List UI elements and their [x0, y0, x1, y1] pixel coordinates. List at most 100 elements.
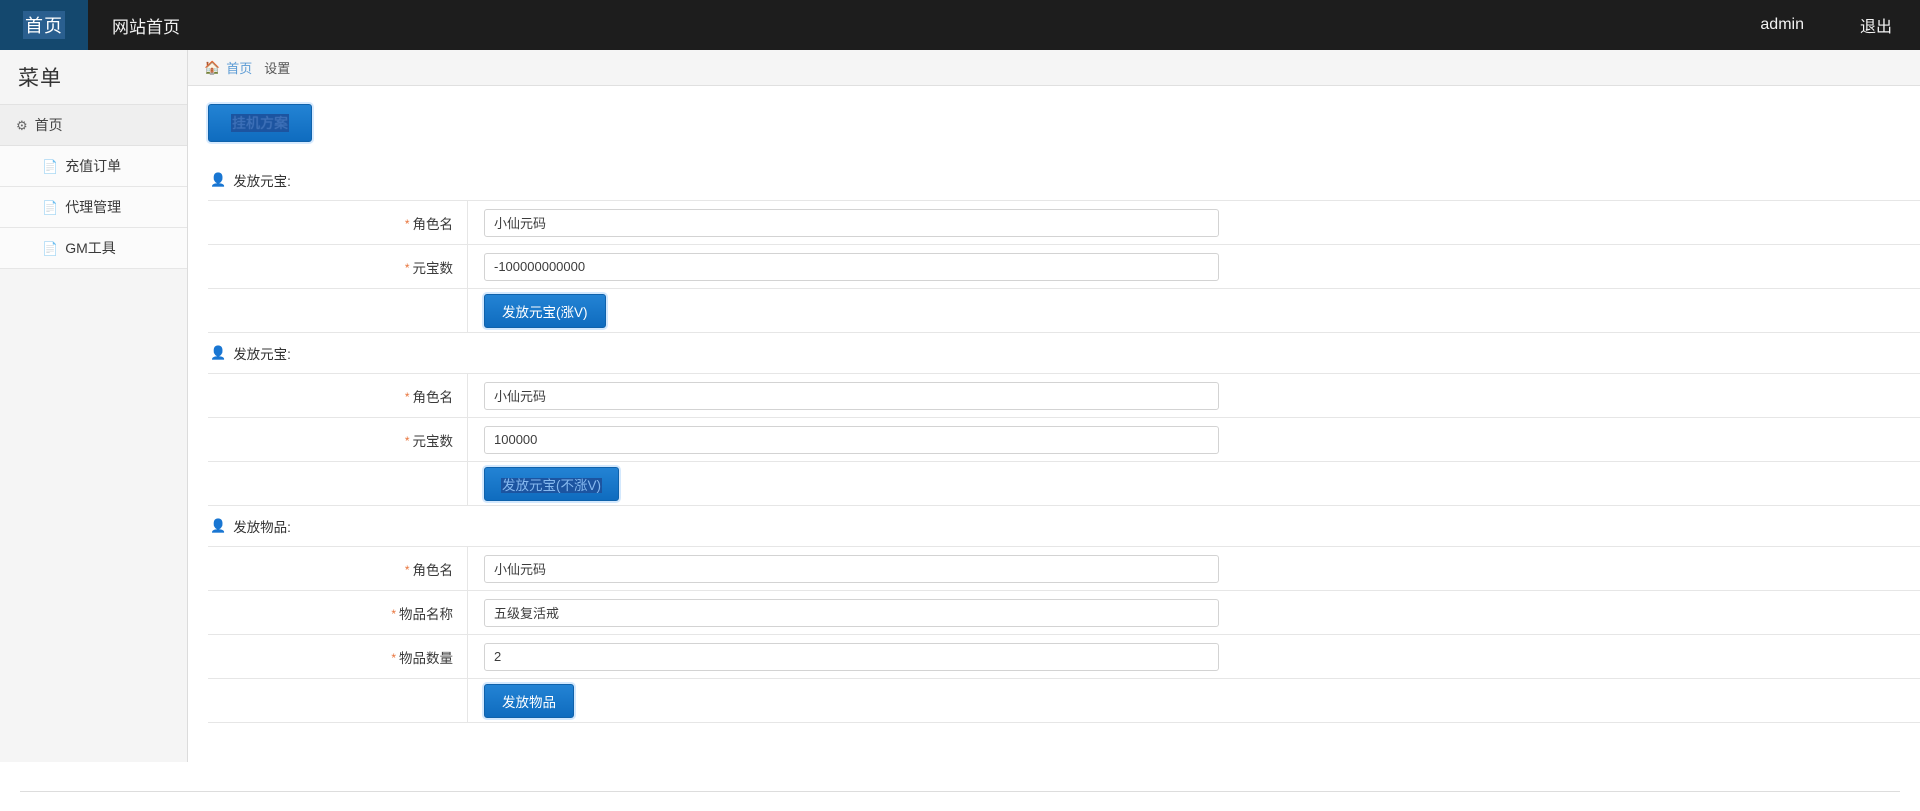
- section-title-label: 发放物品:: [233, 516, 291, 536]
- sidebar-item-agent-management[interactable]: 📄 代理管理: [0, 187, 187, 228]
- field-input-cell: [468, 374, 1920, 418]
- field-label-cell: *元宝数: [208, 418, 468, 462]
- required-marker: *: [391, 607, 396, 621]
- field-label: 角色名: [413, 390, 454, 405]
- field-label-cell-empty: [208, 462, 468, 506]
- file-icon: 📄: [42, 242, 58, 255]
- grant-item-button-label: 发放物品: [501, 695, 557, 710]
- required-marker: *: [405, 390, 410, 404]
- form-row: *物品名称: [208, 591, 1920, 635]
- primary-action-button-label: 挂机方案: [231, 114, 289, 132]
- primary-action-button[interactable]: 挂机方案: [208, 104, 312, 142]
- field-label-cell-empty: [208, 289, 468, 333]
- section-grant-yuanbao-v: 👤 发放元宝: *角色名 *元宝数: [208, 162, 1920, 333]
- field-submit-cell: 发放物品: [468, 679, 1920, 723]
- field-label-cell: *角色名: [208, 201, 468, 245]
- section-title: 👤 发放物品:: [208, 508, 1920, 546]
- form-row: *物品数量: [208, 635, 1920, 679]
- navbar-logout-label: 退出: [1860, 13, 1892, 37]
- sidebar-item-label: 代理管理: [65, 197, 121, 217]
- navbar-user-label: admin: [1760, 16, 1804, 34]
- field-label: 角色名: [413, 217, 454, 232]
- section-grant-yuanbao-nov: 👤 发放元宝: *角色名 *元宝数: [208, 335, 1920, 506]
- home-icon: 🏠: [204, 60, 220, 76]
- grant-yuanbao-v-button-label: 发放元宝(涨V): [501, 305, 589, 320]
- top-navbar: 首页 网站首页 admin 退出: [0, 0, 1920, 50]
- navbar-brand[interactable]: 首页: [0, 0, 88, 50]
- file-icon: 📄: [42, 201, 58, 214]
- field-input-cell: [468, 201, 1920, 245]
- form-row: *元宝数: [208, 418, 1920, 462]
- grant-yuanbao-nov-button[interactable]: 发放元宝(不涨V): [484, 467, 619, 501]
- field-input-cell: [468, 418, 1920, 462]
- field-label-cell: *物品名称: [208, 591, 468, 635]
- required-marker: *: [405, 563, 410, 577]
- form-row: *元宝数: [208, 245, 1920, 289]
- sidebar-item-gm-tools[interactable]: 📄 GM工具: [0, 228, 187, 269]
- grant-item-button[interactable]: 发放物品: [484, 684, 574, 718]
- navbar-right-group: admin 退出: [1732, 0, 1920, 50]
- section-title-label: 发放元宝:: [233, 343, 291, 363]
- role-name-input[interactable]: [484, 555, 1219, 583]
- sidebar-item-recharge-orders[interactable]: 📄 充值订单: [0, 146, 187, 187]
- form-row-submit: 发放元宝(不涨V): [208, 462, 1920, 506]
- field-submit-cell: 发放元宝(不涨V): [468, 462, 1920, 506]
- field-label-cell-empty: [208, 679, 468, 723]
- navbar-link-site-home-label: 网站首页: [112, 13, 180, 38]
- section-title: 👤 发放元宝:: [208, 162, 1920, 200]
- section-title-label: 发放元宝:: [233, 170, 291, 190]
- navbar-logout[interactable]: 退出: [1832, 0, 1920, 50]
- field-label: 物品数量: [399, 651, 453, 666]
- breadcrumb-current[interactable]: 设置: [264, 58, 290, 77]
- yuanbao-amount-input[interactable]: [484, 253, 1219, 281]
- page-bottom-spacer: [0, 792, 1920, 811]
- sidebar-item-label: GM工具: [65, 238, 116, 258]
- field-input-cell: [468, 547, 1920, 591]
- sidebar: 菜单 ⚙ 首页 📄 充值订单 📄 代理管理 📄 GM工具: [0, 50, 188, 762]
- field-label: 元宝数: [413, 434, 454, 449]
- sidebar-item-home[interactable]: ⚙ 首页: [0, 104, 187, 146]
- field-label: 物品名称: [399, 607, 453, 622]
- field-submit-cell: 发放元宝(涨V): [468, 289, 1920, 333]
- form-row-submit: 发放物品: [208, 679, 1920, 723]
- sidebar-title: 菜单: [0, 50, 187, 104]
- form-row: *角色名: [208, 547, 1920, 591]
- required-marker: *: [405, 217, 410, 231]
- field-input-cell: [468, 591, 1920, 635]
- item-quantity-input[interactable]: [484, 643, 1219, 671]
- required-marker: *: [405, 261, 410, 275]
- required-marker: *: [391, 651, 396, 665]
- role-name-input[interactable]: [484, 382, 1219, 410]
- breadcrumb-home-link[interactable]: 首页: [226, 58, 252, 77]
- field-label: 元宝数: [413, 261, 454, 276]
- section-title: 👤 发放元宝:: [208, 335, 1920, 373]
- form-table: *角色名 *元宝数: [208, 200, 1920, 333]
- field-label-cell: *角色名: [208, 547, 468, 591]
- field-label-cell: *角色名: [208, 374, 468, 418]
- grant-yuanbao-v-button[interactable]: 发放元宝(涨V): [484, 294, 606, 328]
- field-input-cell: [468, 245, 1920, 289]
- navbar-user[interactable]: admin: [1732, 0, 1832, 50]
- navbar-link-site-home[interactable]: 网站首页: [88, 0, 204, 50]
- navbar-brand-label: 首页: [23, 11, 65, 39]
- grant-yuanbao-nov-button-label: 发放元宝(不涨V): [501, 478, 602, 493]
- yuanbao-amount-input[interactable]: [484, 426, 1219, 454]
- user-icon: 👤: [210, 518, 226, 534]
- role-name-input[interactable]: [484, 209, 1219, 237]
- form-row-submit: 发放元宝(涨V): [208, 289, 1920, 333]
- item-name-input[interactable]: [484, 599, 1219, 627]
- section-grant-item: 👤 发放物品: *角色名 *物品名称: [208, 508, 1920, 723]
- sidebar-item-home-label: 首页: [35, 115, 63, 135]
- page-layout: 菜单 ⚙ 首页 📄 充值订单 📄 代理管理 📄 GM工具 🏠 首页 设置 挂: [0, 50, 1920, 781]
- breadcrumb: 🏠 首页 设置: [188, 50, 1920, 86]
- form-row: *角色名: [208, 201, 1920, 245]
- panel-body: 挂机方案 👤 发放元宝: *角色名: [188, 86, 1920, 781]
- field-label-cell: *元宝数: [208, 245, 468, 289]
- user-icon: 👤: [210, 345, 226, 361]
- form-table: *角色名 *元宝数: [208, 373, 1920, 506]
- field-label: 角色名: [413, 563, 454, 578]
- form-table: *角色名 *物品名称: [208, 546, 1920, 723]
- content-area: 🏠 首页 设置 挂机方案 👤 发放元宝: *角色名: [188, 50, 1920, 781]
- user-icon: 👤: [210, 172, 226, 188]
- gear-icon: ⚙: [16, 119, 28, 132]
